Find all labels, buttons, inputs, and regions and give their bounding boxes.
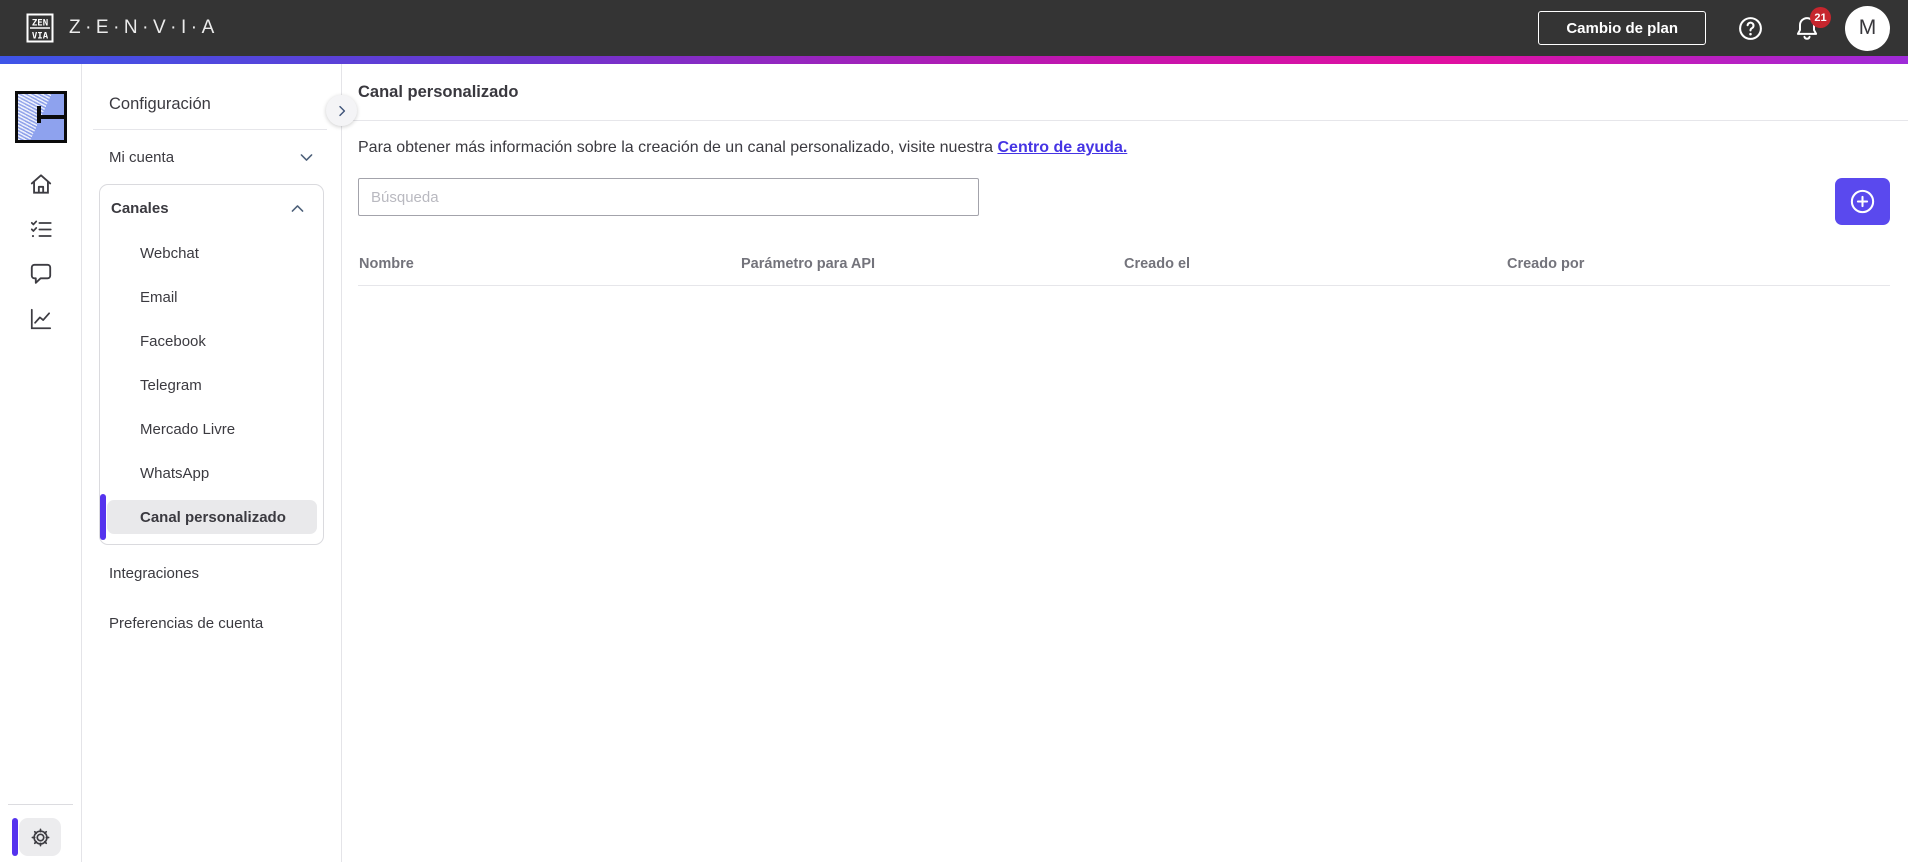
chat-icon xyxy=(30,263,51,284)
sidebar-item-telegram[interactable]: Telegram xyxy=(100,363,323,407)
main-header: Canal personalizado xyxy=(342,64,1908,121)
rail-icons xyxy=(28,171,54,332)
intro-text: Para obtener más información sobre la cr… xyxy=(358,139,1890,157)
column-header-parametro-api: Parámetro para API xyxy=(741,256,876,272)
page-title: Canal personalizado xyxy=(358,82,519,101)
column-header-nombre: Nombre xyxy=(359,256,414,272)
gear-icon xyxy=(31,828,49,846)
add-channel-button[interactable] xyxy=(1835,178,1890,225)
sidebar-item-facebook[interactable]: Facebook xyxy=(100,319,323,363)
sidebar-item-whatsapp[interactable]: WhatsApp xyxy=(100,451,323,495)
home-nav-button[interactable] xyxy=(28,171,54,197)
brand-gradient-strip xyxy=(0,56,1908,64)
sidebar-item-webchat[interactable]: Webchat xyxy=(100,231,323,275)
zenvia-logo-icon: ZEN VIA xyxy=(26,13,54,43)
zenvia-brand: ZEN VIA Z·E·N·V·I·A xyxy=(24,10,219,46)
app-layout: Configuración Mi cuenta Canales Webchat … xyxy=(0,64,1908,862)
sidebar-item-email[interactable]: Email xyxy=(100,275,323,319)
table-header-row: Nombre Parámetro para API Creado el Crea… xyxy=(358,256,1890,286)
settings-active-indicator xyxy=(12,818,18,856)
settings-sidebar: Configuración Mi cuenta Canales Webchat … xyxy=(82,64,357,862)
sidebar-title: Configuración xyxy=(109,95,211,113)
channels-accordion: Canales Webchat Email Facebook Telegram … xyxy=(99,184,324,545)
chevron-right-icon xyxy=(338,105,345,116)
sidebar-item-integraciones[interactable]: Integraciones xyxy=(82,551,341,595)
toolbar xyxy=(358,178,1890,225)
change-plan-button[interactable]: Cambio de plan xyxy=(1538,11,1706,45)
column-header-creado-por: Creado por xyxy=(1507,256,1585,272)
sidebar-divider xyxy=(93,129,327,130)
help-center-link[interactable]: Centro de ayuda. xyxy=(997,139,1127,156)
sidebar-collapse-button[interactable] xyxy=(326,95,357,126)
avatar[interactable]: M xyxy=(1845,5,1890,51)
channels-label: Canales xyxy=(111,199,169,217)
table-body xyxy=(358,286,1890,326)
tasks-nav-button[interactable] xyxy=(28,216,54,242)
intro-text-span: Para obtener más información sobre la cr… xyxy=(358,139,994,156)
icon-rail xyxy=(0,64,82,862)
main-content: Canal personalizado Para obtener más inf… xyxy=(342,64,1908,862)
search-input[interactable] xyxy=(358,178,979,216)
sidebar-item-mercado-livre[interactable]: Mercado Livre xyxy=(100,407,323,451)
topbar: ZEN VIA Z·E·N·V·I·A Cambio de plan 21 M xyxy=(0,0,1908,56)
rail-bottom xyxy=(0,804,81,862)
sidebar-item-channels[interactable]: Canales xyxy=(100,185,323,231)
svg-text:VIA: VIA xyxy=(32,32,49,42)
workspace-logo[interactable] xyxy=(14,91,67,143)
main-body: Para obtener más información sobre la cr… xyxy=(342,139,1908,326)
selected-indicator-bar xyxy=(100,494,106,540)
chart-icon xyxy=(30,308,51,330)
sidebar-item-canal-personalizado[interactable]: Canal personalizado xyxy=(100,494,323,540)
help-icon xyxy=(1739,16,1762,40)
sidebar-item-my-account[interactable]: Mi cuenta xyxy=(82,135,341,179)
my-account-label: Mi cuenta xyxy=(109,148,175,166)
chevron-up-icon xyxy=(291,204,304,212)
notification-badge: 21 xyxy=(1810,7,1831,28)
settings-row xyxy=(0,805,81,862)
home-icon xyxy=(30,174,51,194)
column-header-creado-el: Creado el xyxy=(1124,256,1191,272)
notifications-button[interactable]: 21 xyxy=(1793,7,1831,42)
checklist-icon xyxy=(30,220,52,238)
settings-nav-button[interactable] xyxy=(19,818,61,856)
analytics-nav-button[interactable] xyxy=(28,306,54,332)
plus-circle-icon xyxy=(1850,189,1875,214)
brand-text: Z·E·N·V·I·A xyxy=(69,17,219,38)
help-button[interactable] xyxy=(1736,14,1765,43)
conversations-nav-button[interactable] xyxy=(28,261,54,287)
chevron-down-icon xyxy=(300,153,313,161)
svg-text:ZEN: ZEN xyxy=(32,19,48,29)
sidebar-item-preferencias[interactable]: Preferencias de cuenta xyxy=(82,601,341,645)
